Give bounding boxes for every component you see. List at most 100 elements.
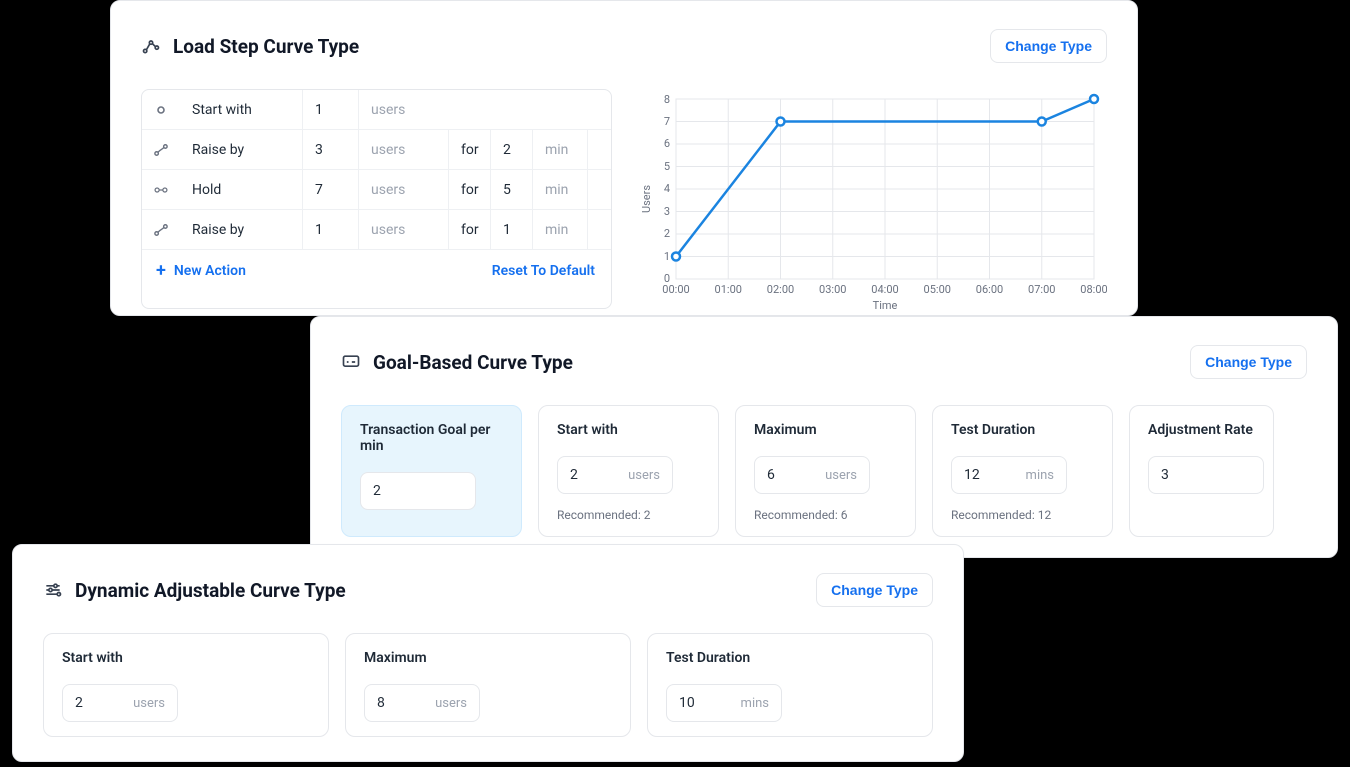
load-step-panel: Load Step Curve Type Change Type Start w… — [110, 0, 1138, 316]
step-for-unit: min — [532, 170, 588, 209]
y-tick: 8 — [664, 93, 670, 106]
load-step-header: Load Step Curve Type Change Type — [141, 29, 1107, 63]
step-unit: users — [358, 170, 448, 209]
y-tick: 3 — [664, 205, 670, 218]
step-label: Start with — [180, 90, 302, 129]
for-label: for — [448, 130, 490, 169]
card-label: Transaction Goal per min — [360, 422, 503, 458]
card-value: 2 — [570, 467, 578, 483]
card-label: Start with — [557, 422, 700, 438]
dynamic-cards: Start with 2 users Maximum 8 users Test … — [43, 633, 933, 737]
step-row: Hold 7 users for 5 min — [142, 170, 611, 210]
step-table-actions: + New Action Reset To Default — [142, 250, 611, 292]
step-row: Start with 1 users — [142, 90, 611, 130]
card-recommended: Recommended: 6 — [754, 508, 897, 522]
goal-icon — [341, 352, 361, 372]
card-label: Maximum — [364, 650, 612, 666]
goal-based-title: Goal-Based Curve Type — [373, 351, 573, 374]
card-input[interactable]: 6 users — [754, 456, 870, 494]
y-tick: 1 — [664, 250, 670, 263]
sliders-icon — [43, 580, 63, 600]
for-label: for — [448, 170, 490, 209]
change-type-button[interactable]: Change Type — [990, 29, 1107, 63]
dynamic-panel: Dynamic Adjustable Curve Type Change Typ… — [12, 544, 964, 762]
card-input[interactable]: 8 users — [364, 684, 480, 722]
card-unit: mins — [1026, 468, 1054, 483]
goal-card-transaction[interactable]: Transaction Goal per min 2 — [341, 405, 522, 537]
card-value: 6 — [767, 467, 775, 483]
chart-point — [672, 253, 680, 261]
chart-point — [1090, 95, 1098, 103]
change-type-button[interactable]: Change Type — [816, 573, 933, 607]
card-value: 3 — [1161, 467, 1169, 483]
card-label: Start with — [62, 650, 310, 666]
y-tick: 7 — [664, 115, 670, 128]
for-label: for — [448, 210, 490, 249]
y-tick: 5 — [664, 160, 670, 173]
card-unit: users — [435, 696, 467, 711]
dynamic-card-maximum: Maximum 8 users — [345, 633, 631, 737]
dynamic-card-duration: Test Duration 10 mins — [647, 633, 933, 737]
card-input[interactable]: 2 users — [557, 456, 673, 494]
goal-card-adjustment: Adjustment Rate 3 — [1129, 405, 1274, 537]
card-label: Test Duration — [951, 422, 1094, 438]
step-for-value[interactable]: 5 — [490, 170, 532, 209]
card-label: Adjustment Rate — [1148, 422, 1255, 438]
chart-ylabel: Users — [642, 185, 653, 213]
card-unit: users — [628, 468, 660, 483]
card-recommended: Recommended: 12 — [951, 508, 1094, 522]
card-input[interactable]: 10 mins — [666, 684, 782, 722]
curve-icon — [142, 210, 180, 249]
step-label: Raise by — [180, 130, 302, 169]
card-value: 2 — [373, 483, 381, 499]
users-chart: Users Time — [642, 89, 1107, 309]
step-unit: users — [358, 210, 448, 249]
y-tick: 6 — [664, 137, 670, 150]
step-row: Raise by 1 users for 1 min — [142, 210, 611, 250]
step-value[interactable]: 1 — [302, 90, 358, 129]
x-tick: 04:00 — [871, 283, 898, 296]
x-tick: 06:00 — [976, 283, 1003, 296]
y-tick: 2 — [664, 227, 670, 240]
new-action-label: New Action — [174, 263, 246, 279]
change-type-button[interactable]: Change Type — [1190, 345, 1307, 379]
dynamic-title-wrap: Dynamic Adjustable Curve Type — [43, 579, 346, 602]
card-label: Maximum — [754, 422, 897, 438]
card-value: 8 — [377, 695, 385, 711]
card-value: 12 — [964, 467, 980, 483]
new-action-button[interactable]: + New Action — [156, 262, 246, 280]
card-label: Test Duration — [666, 650, 914, 666]
step-value[interactable]: 1 — [302, 210, 358, 249]
goal-based-panel: Goal-Based Curve Type Change Type Transa… — [310, 316, 1338, 558]
step-value[interactable]: 3 — [302, 130, 358, 169]
card-unit: users — [133, 696, 165, 711]
card-recommended: Recommended: 2 — [557, 508, 700, 522]
plus-icon: + — [156, 262, 166, 280]
card-input[interactable]: 2 — [360, 472, 476, 510]
goal-card-maximum: Maximum 6 users Recommended: 6 — [735, 405, 916, 537]
step-row: Raise by 3 users for 2 min — [142, 130, 611, 170]
goal-card-duration: Test Duration 12 mins Recommended: 12 — [932, 405, 1113, 537]
card-input[interactable]: 12 mins — [951, 456, 1067, 494]
reset-default-button[interactable]: Reset To Default — [492, 263, 595, 279]
chart-xlabel: Time — [873, 299, 898, 309]
x-tick: 08:00 — [1080, 283, 1107, 296]
goal-based-header: Goal-Based Curve Type Change Type — [341, 345, 1307, 379]
step-for-unit: min — [532, 130, 588, 169]
card-unit: mins — [741, 696, 769, 711]
card-input[interactable]: 3 — [1148, 456, 1264, 494]
step-value[interactable]: 7 — [302, 170, 358, 209]
step-for-value[interactable]: 2 — [490, 130, 532, 169]
card-input[interactable]: 2 users — [62, 684, 178, 722]
step-for-value[interactable]: 1 — [490, 210, 532, 249]
steps-table: Start with 1 users Raise by 3 users for … — [141, 89, 612, 309]
x-tick: 00:00 — [662, 283, 689, 296]
curve-icon — [142, 130, 180, 169]
goal-card-start: Start with 2 users Recommended: 2 — [538, 405, 719, 537]
dynamic-title: Dynamic Adjustable Curve Type — [75, 579, 346, 602]
step-for-unit: min — [532, 210, 588, 249]
x-tick: 05:00 — [924, 283, 951, 296]
step-label: Hold — [180, 170, 302, 209]
x-tick: 03:00 — [819, 283, 846, 296]
chart-point — [1038, 118, 1046, 126]
